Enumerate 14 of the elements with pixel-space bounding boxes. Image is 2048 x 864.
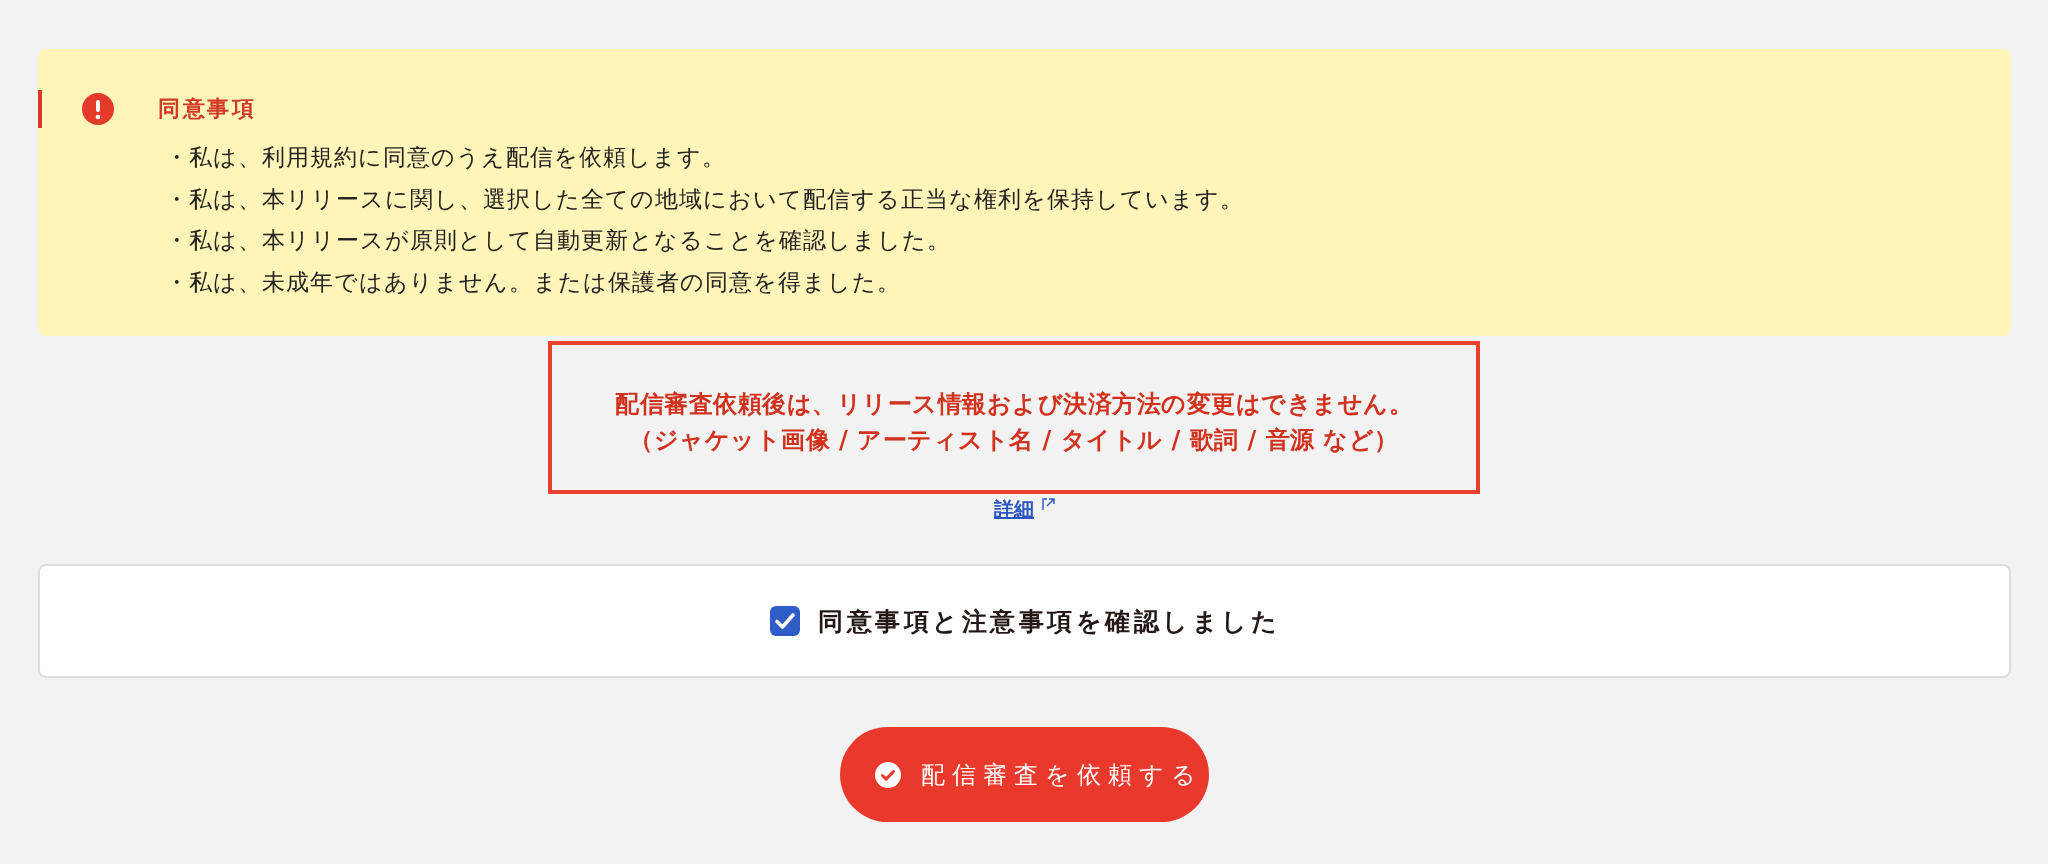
agreement-item: ・私は、本リリースに関し、選択した全ての地域において配信する正当な権利を保持しています。 (165, 184, 1245, 214)
agreement-item: ・私は、本リリースが原則として自動更新となることを確認しました。 (165, 226, 952, 255)
checkbox-label[interactable]: 同意事項と注意事項を確認しました (818, 604, 1280, 638)
notice-detail-text: （ジャケット画像 / アーティスト名 / タイトル / 歌詞 / 音源 など） (628, 425, 1400, 456)
accent-bar (38, 90, 42, 128)
notice-text: 配信審査依頼後は、リリース情報および決済方法の変更はできません。 (614, 389, 1414, 420)
agreement-title: 同意事項 (158, 95, 256, 123)
check-circle-icon (875, 761, 901, 788)
submit-button[interactable]: 配信審査を依頼する (840, 727, 1209, 822)
exclamation-icon (82, 93, 114, 125)
agreement-item: ・私は、利用規約に同意のうえ配信を依頼します。 (165, 143, 727, 172)
external-link-icon (1042, 498, 1055, 511)
agreement-item: ・私は、未成年ではありません。または保護者の同意を得ました。 (165, 267, 902, 297)
checkbox[interactable] (769, 605, 801, 637)
